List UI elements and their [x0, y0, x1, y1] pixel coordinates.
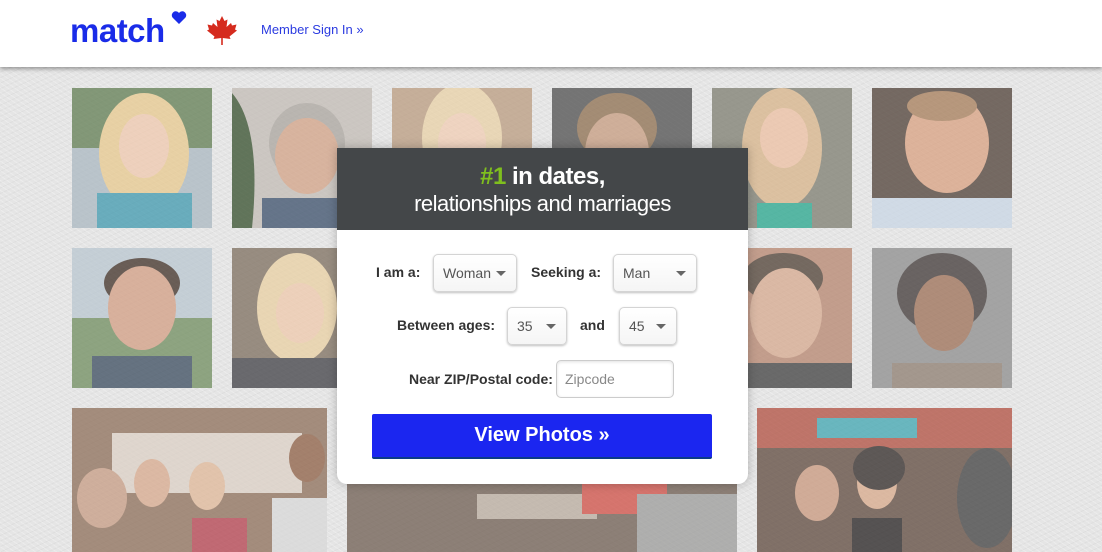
chevron-down-icon [656, 324, 666, 329]
profile-photo[interactable] [748, 248, 852, 388]
member-sign-in-link[interactable]: Member Sign In » [261, 22, 364, 37]
view-photos-button[interactable]: View Photos » [372, 414, 712, 459]
headline-rank: #1 [480, 163, 506, 190]
i-am-value: Woman [443, 265, 491, 281]
chevron-down-icon [676, 271, 686, 276]
site-header: match Member Sign In » [0, 0, 1102, 67]
age-max-value: 45 [629, 318, 645, 334]
age-max-select[interactable]: 45 [619, 307, 677, 345]
chevron-down-icon [546, 324, 556, 329]
subheadline: relationships and marriages [414, 191, 671, 216]
headline-text: in dates, [505, 163, 605, 190]
photo-blonde-woman-4 [232, 248, 337, 388]
seeking-value: Man [623, 265, 651, 281]
age-min-select[interactable]: 35 [507, 307, 567, 345]
group-photo[interactable] [757, 408, 1012, 552]
profile-photo[interactable] [872, 88, 1012, 228]
seeking-select[interactable]: Man [613, 254, 697, 292]
profile-photo[interactable] [872, 248, 1012, 388]
photo-man-light-shirt [872, 88, 1012, 228]
photo-blonde-woman [72, 88, 212, 228]
profile-photo[interactable] [232, 248, 337, 388]
photo-people-at-bar [347, 484, 737, 552]
headline: #1 in dates, [337, 163, 748, 191]
heart-icon [171, 11, 187, 24]
profile-photo[interactable] [72, 88, 212, 228]
canada-maple-leaf-icon [207, 16, 237, 45]
group-photo[interactable] [72, 408, 327, 552]
photo-friends-toasting [72, 408, 327, 552]
zip-label: Near ZIP/Postal code: [409, 371, 553, 387]
card-header: #1 in dates, relationships and marriages [337, 148, 748, 230]
chevron-down-icon [496, 271, 506, 276]
match-logo[interactable]: match [70, 12, 165, 50]
profile-photo[interactable] [72, 248, 212, 388]
i-am-select[interactable]: Woman [433, 254, 517, 292]
zipcode-input[interactable] [556, 360, 674, 398]
group-photo[interactable] [347, 484, 737, 552]
search-card: #1 in dates, relationships and marriages… [337, 148, 748, 484]
photo-bearded-man [748, 248, 852, 388]
i-am-label: I am a: [376, 264, 421, 280]
between-ages-label: Between ages: [397, 317, 496, 333]
age-min-value: 35 [517, 318, 533, 334]
and-label: and [580, 317, 605, 333]
photo-couple-at-party [757, 408, 1012, 552]
photo-dark-haired-man [72, 248, 212, 388]
photo-woman-short-hair [872, 248, 1012, 388]
seeking-label: Seeking a: [531, 264, 602, 280]
